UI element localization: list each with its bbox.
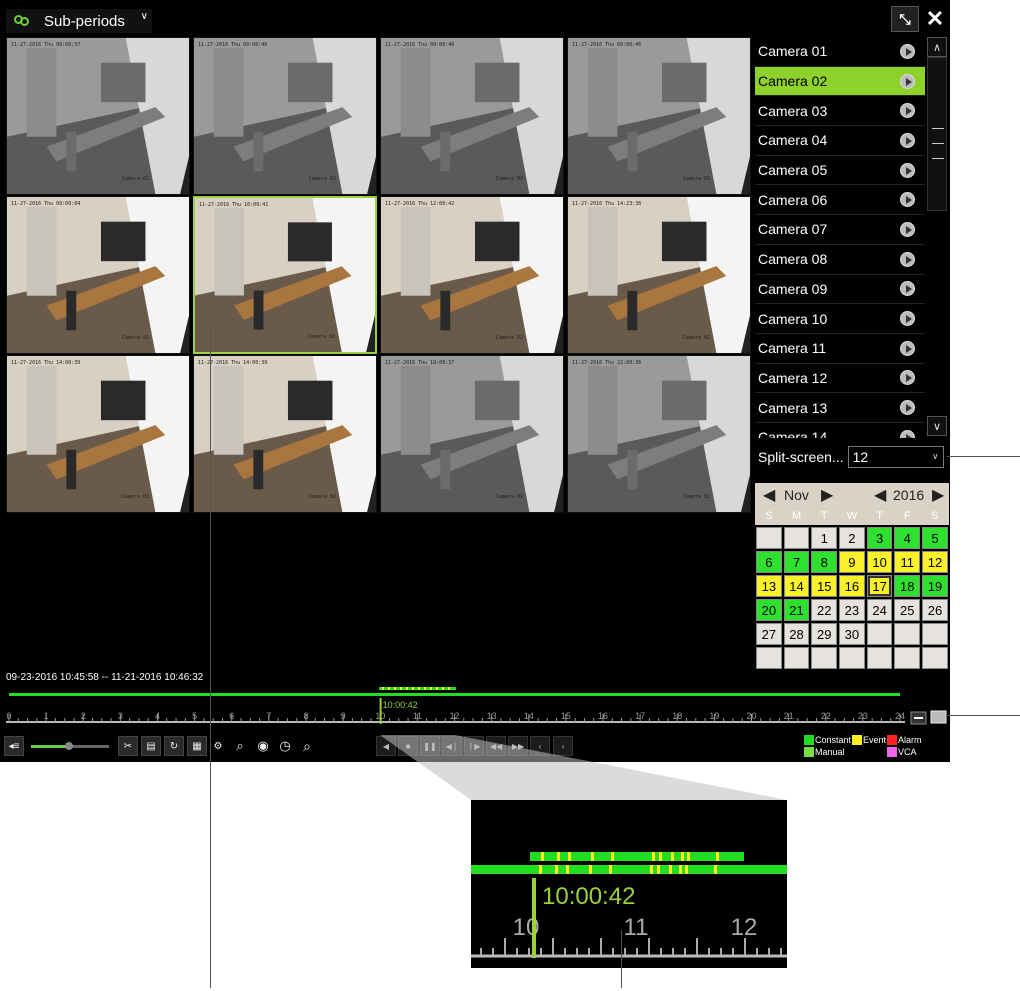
zoom-event-mark (714, 865, 717, 874)
zoom-event-mark (657, 865, 660, 874)
zoom-event-mark (671, 852, 674, 861)
zoom-recording-bar (471, 865, 787, 874)
zoom-event-mark (687, 852, 690, 861)
zoom-event-mark (589, 865, 592, 874)
zoom-tick-label: 12 (731, 914, 758, 941)
zoom-event-mark (555, 865, 558, 874)
zoom-current-time: 10:00:42 (542, 883, 635, 910)
zoom-event-mark (568, 852, 571, 861)
screenshot-stage: { "toolbar": { "mode_label": "Sub-period… (0, 0, 1020, 991)
zoom-tick-label: 11 (624, 914, 649, 941)
callout-line-split (947, 456, 1020, 457)
zoom-event-mark (669, 865, 672, 874)
zoom-event-mark (566, 865, 569, 874)
zoom-event-mark (716, 852, 719, 861)
zoom-event-mark (679, 865, 682, 874)
callout-line-tile (210, 322, 211, 988)
zoom-event-mark (541, 852, 544, 861)
callout-line-ticks (621, 930, 622, 988)
zoom-event-mark (659, 852, 662, 861)
zoom-event-mark (652, 852, 655, 861)
zoom-event-mark (609, 865, 612, 874)
zoom-event-mark (539, 865, 542, 874)
zoom-event-mark (685, 865, 688, 874)
callout-line-zoom (946, 715, 1020, 716)
zoom-event-mark (650, 865, 653, 874)
zoom-event-mark (611, 852, 614, 861)
zoom-event-mark (681, 852, 684, 861)
zoom-event-mark (591, 852, 594, 861)
zoom-event-mark (557, 852, 560, 861)
zoomed-timeline-inset: 10 11 1210:00:42 (471, 800, 787, 968)
zoom-sub-period-bar (530, 852, 744, 861)
